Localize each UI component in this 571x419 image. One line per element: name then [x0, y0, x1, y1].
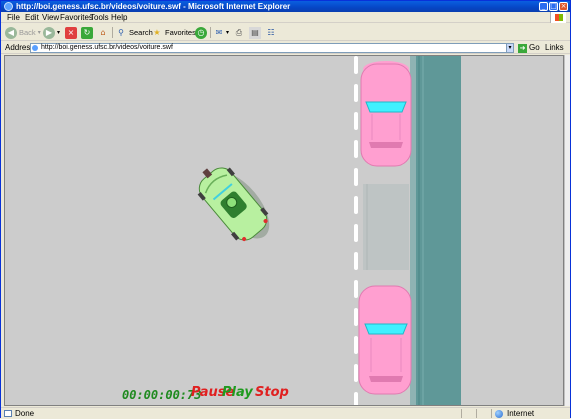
stop-load-button[interactable]: × [65, 26, 77, 39]
menu-edit[interactable]: Edit [25, 12, 39, 23]
status-bar: Done Internet [1, 407, 570, 418]
status-panel [476, 409, 477, 418]
windows-logo-icon [550, 12, 566, 23]
title-bar: http://boi.geness.ufsc.br/videos/voiture… [1, 1, 570, 12]
stop-icon: × [65, 26, 77, 39]
favorites-star-icon: ★ [153, 27, 161, 37]
chevron-down-icon: ▾ [226, 30, 230, 36]
messenger-button[interactable]: ☷ [265, 26, 277, 39]
minimize-button[interactable]: _ [539, 2, 548, 11]
menu-view[interactable]: View [42, 12, 59, 23]
history-icon: ◷ [195, 26, 207, 39]
refresh-icon: ↻ [81, 26, 93, 39]
go-label: Go [529, 43, 540, 52]
menu-file[interactable]: File [7, 12, 20, 23]
refresh-button[interactable]: ↻ [81, 26, 93, 39]
favorites-label: Favorites [165, 28, 196, 37]
mail-button[interactable]: ✉ ▾ [213, 26, 229, 39]
favorites-button[interactable]: ★ Favorites [151, 26, 196, 39]
home-button[interactable]: ⌂ [97, 26, 109, 39]
go-arrow-icon: ➜ [518, 43, 527, 53]
search-button[interactable]: ⚲ Search [115, 26, 153, 39]
page-icon [32, 45, 38, 51]
edit-button[interactable]: ▤ [249, 26, 261, 39]
browser-window: http://boi.geness.ufsc.br/videos/voiture… [0, 0, 571, 418]
toolbar-separator [210, 27, 211, 38]
parked-car-top [360, 61, 412, 167]
history-button[interactable]: ◷ [195, 26, 207, 39]
menu-favorites[interactable]: Favorites [60, 12, 93, 23]
parked-car-bottom [358, 285, 412, 395]
menu-bar: File Edit View Favorites Tools Help [1, 12, 570, 23]
status-panel [491, 409, 492, 418]
mail-icon: ✉ [215, 27, 223, 37]
flash-stage [5, 56, 563, 405]
address-bar: Address http://boi.geness.ufsc.br/videos… [1, 42, 570, 54]
home-icon: ⌂ [100, 27, 106, 37]
zone-label: Internet [507, 409, 535, 418]
vertical-scrollbar[interactable] [564, 55, 570, 406]
messenger-icon: ☷ [267, 27, 275, 37]
close-button[interactable]: × [559, 2, 568, 11]
go-button[interactable]: ➜ Go [518, 43, 540, 53]
play-button[interactable]: Play [222, 386, 253, 400]
stop-button[interactable]: Stop [255, 386, 289, 400]
menu-help[interactable]: Help [111, 12, 127, 23]
internet-explorer-icon [4, 2, 13, 11]
parking-space [363, 184, 409, 270]
print-button[interactable]: ⎙ [233, 26, 245, 39]
page-status-icon [4, 410, 12, 417]
search-label: Search [129, 28, 153, 37]
status-text: Done [15, 409, 35, 418]
back-button[interactable]: ◀ Back ▾ [5, 26, 41, 39]
back-label: Back [19, 28, 36, 37]
elapsed-timer: 00:00:00:73 [122, 388, 202, 402]
menu-tools[interactable]: Tools [90, 12, 109, 23]
chevron-down-icon: ▾ [37, 30, 41, 36]
address-dropdown-button[interactable]: ▾ [506, 43, 514, 53]
chevron-down-icon: ▾ [57, 30, 61, 36]
standard-toolbar: ◀ Back ▾ ▶ ▾ × ↻ ⌂ ⚲ Search ★ Favorites … [1, 24, 570, 41]
toolbar-separator [112, 27, 113, 38]
address-input[interactable]: http://boi.geness.ufsc.br/videos/voiture… [30, 43, 514, 53]
edit-page-icon: ▤ [249, 26, 261, 39]
forward-arrow-icon: ▶ [43, 26, 55, 39]
links-button[interactable]: Links [545, 42, 564, 54]
flash-movie[interactable]: 00:00:00:73 Pause Play Stop [4, 55, 564, 406]
globe-icon [495, 409, 503, 418]
security-zone: Internet [495, 408, 534, 419]
maximize-button[interactable]: □ [549, 2, 558, 11]
forward-button[interactable]: ▶ ▾ [43, 26, 60, 39]
window-title: http://boi.geness.ufsc.br/videos/voiture… [16, 2, 291, 11]
status-panel [461, 409, 462, 418]
search-icon: ⚲ [118, 27, 124, 37]
address-url: http://boi.geness.ufsc.br/videos/voiture… [41, 44, 173, 51]
back-arrow-icon: ◀ [5, 26, 17, 39]
print-icon: ⎙ [235, 27, 243, 37]
